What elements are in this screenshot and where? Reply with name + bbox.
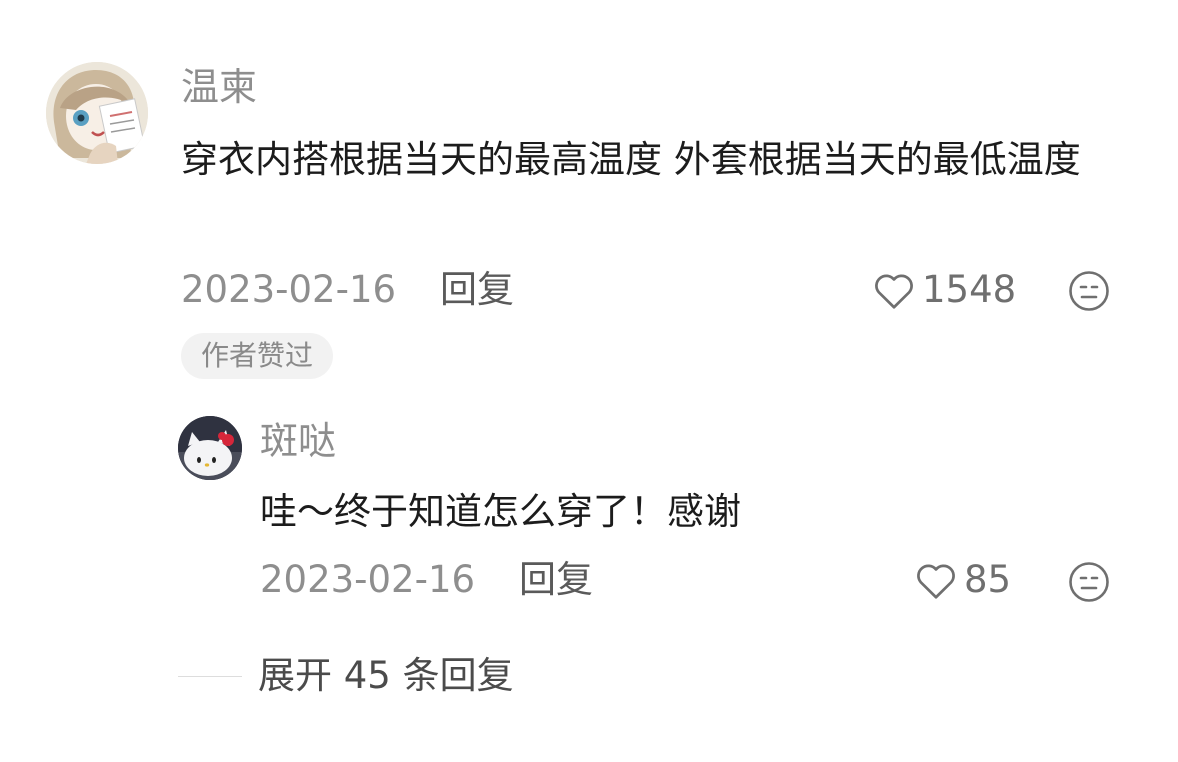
commenter-username[interactable]: 温柬 [181,64,257,110]
heart-outline-icon [917,564,955,599]
comment-date: 2023-02-16 [181,268,397,311]
replier-avatar[interactable] [178,416,242,480]
reply-date: 2023-02-16 [260,558,476,601]
comment-reply-button[interactable]: 回复 [440,268,514,312]
meh-face-icon [1069,562,1109,602]
meh-face-icon [1069,271,1109,311]
reply-dislike-button[interactable] [1068,561,1110,607]
reply-text: 哇～终于知道怎么穿了！感谢 [260,490,741,533]
author-liked-badge: 作者赞过 [181,333,334,379]
reply-like-count: 85 [964,558,1012,601]
replier-username[interactable]: 斑哒 [260,418,336,464]
comment-dislike-button[interactable] [1068,270,1110,316]
comment-like-button[interactable]: 1548 [872,268,1016,312]
expand-divider-line [178,675,242,677]
anime-girl-avatar-image [46,62,148,164]
hello-kitty-avatar-image [178,416,242,480]
expand-replies-button[interactable]: 展开 45 条回复 [178,654,514,698]
expand-replies-label: 展开 45 条回复 [258,654,514,697]
comment-text: 穿衣内搭根据当天的最高温度 外套根据当天的最低温度 [181,138,1081,181]
heart-outline-icon [875,274,913,309]
comment-like-count: 1548 [922,268,1017,311]
reply-like-button[interactable]: 85 [914,558,1011,602]
commenter-avatar[interactable] [46,62,148,164]
reply-reply-button[interactable]: 回复 [519,558,593,602]
